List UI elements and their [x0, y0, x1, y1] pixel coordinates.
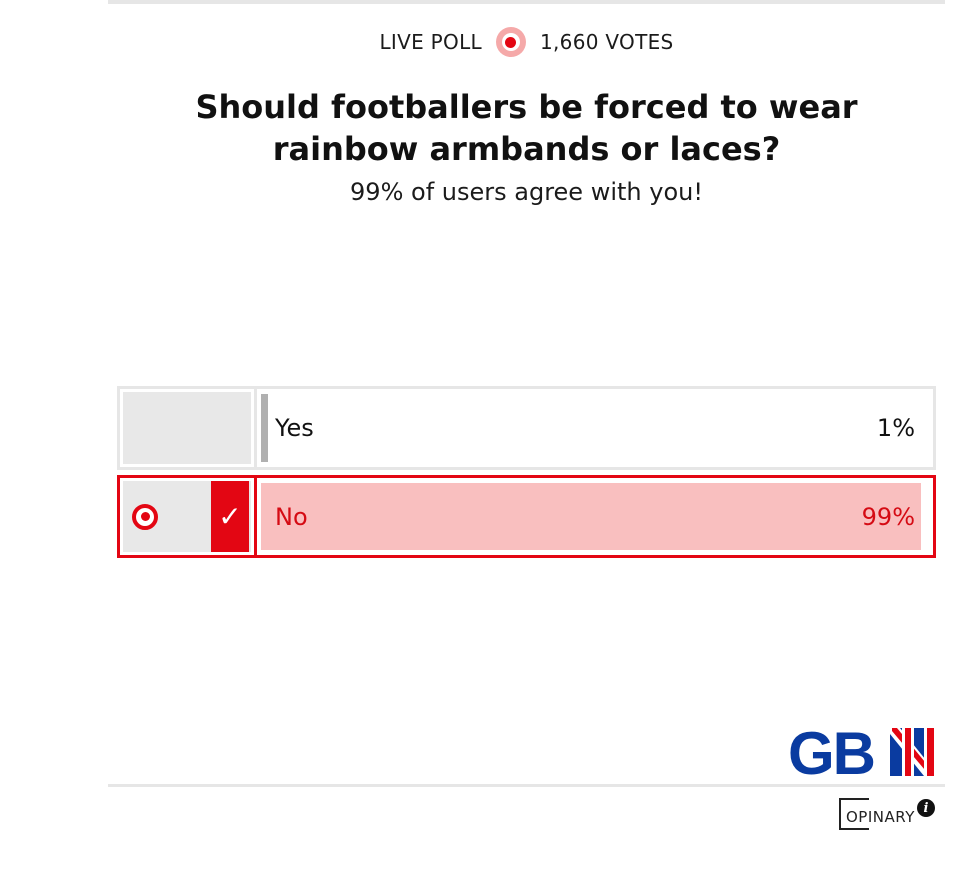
poll-option-no[interactable]: ✓ No 99%	[117, 475, 936, 558]
result-bar-yes	[261, 394, 268, 462]
selected-radio-icon	[132, 503, 158, 530]
option-divider	[254, 478, 257, 555]
info-icon[interactable]: i	[917, 799, 935, 817]
opinary-label: OPINARY	[846, 808, 915, 826]
gbn-logo: GB	[788, 724, 934, 778]
votes-count: 1,660 VOTES	[539, 30, 674, 54]
poll-question: Should footballers be forced to wear rain…	[195, 88, 858, 168]
result-bar-no	[261, 483, 921, 550]
live-indicator-icon	[495, 27, 526, 57]
option-select-area[interactable]	[123, 392, 251, 464]
bottom-divider	[108, 784, 945, 787]
svg-text:GB: GB	[788, 724, 874, 778]
top-divider	[108, 0, 945, 4]
live-poll-label: LIVE POLL	[379, 30, 482, 54]
option-divider	[254, 389, 257, 467]
option-percent-no: 99%	[861, 502, 915, 531]
agree-message: 99% of users agree with you!	[350, 178, 703, 206]
option-percent-yes: 1%	[876, 414, 915, 442]
poll-header: LIVE POLL 1,660 VOTES	[108, 26, 945, 58]
option-label-yes: Yes	[275, 414, 314, 442]
checkmark-icon: ✓	[211, 481, 249, 552]
option-label-no: No	[275, 502, 308, 531]
opinary-brand[interactable]: OPINARY	[839, 796, 914, 830]
poll-option-yes[interactable]: Yes 1%	[117, 386, 936, 470]
